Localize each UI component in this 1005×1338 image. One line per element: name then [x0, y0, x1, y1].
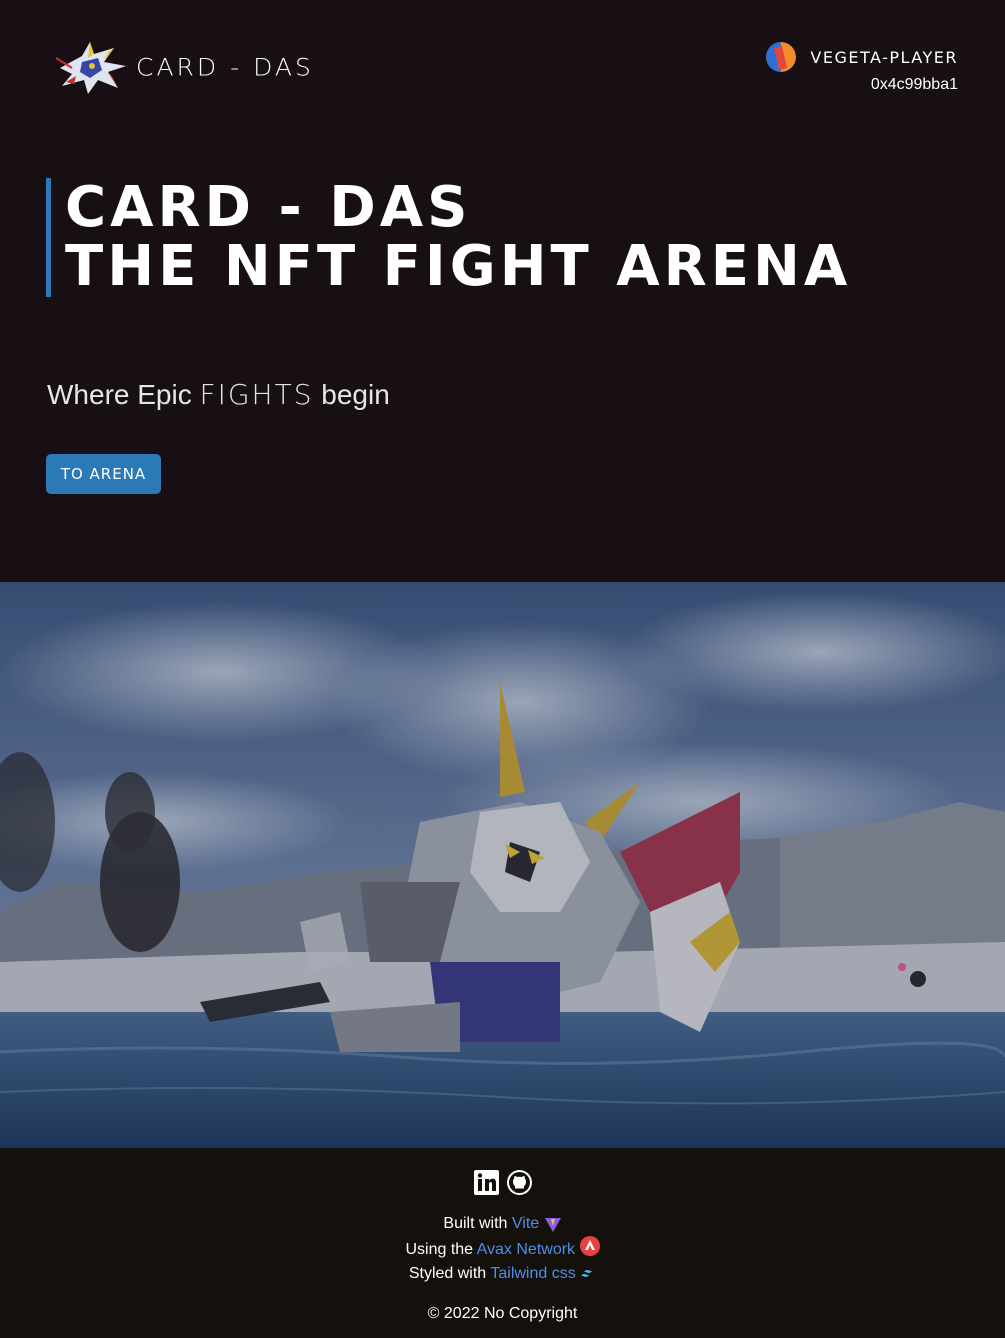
brand-name: CARD - DAS	[136, 53, 314, 81]
hero-title-line-2: THE NFT FIGHT ARENA	[65, 234, 852, 299]
built-with-line: Built with Vite	[0, 1215, 1005, 1233]
to-arena-button[interactable]: TO ARENA	[46, 454, 161, 494]
tagline-accent: FIGHTS	[199, 378, 314, 411]
player-name: VEGETA-PLAYER	[810, 47, 958, 67]
top-bar: CARD - DAS VEGETA-PLAYER 0x4c99bba1	[0, 0, 1005, 140]
hero-title: CARD - DAS THE NFT FIGHT ARENA	[46, 178, 851, 297]
tailwind-icon	[581, 1269, 593, 1277]
wallet-address: 0x4c99bba1	[870, 76, 958, 93]
linkedin-icon[interactable]	[473, 1170, 499, 1195]
tagline-prefix: Where Epic	[47, 379, 192, 410]
hero-battle-image	[0, 582, 1005, 1148]
using-line: Using the Avax Network	[0, 1235, 1005, 1259]
tailwind-link[interactable]: Tailwind css	[490, 1265, 575, 1282]
footer: Built with Vite Using the Avax Network S…	[0, 1148, 1005, 1338]
player-info: VEGETA-PLAYER 0x4c99bba1	[766, 42, 958, 94]
styled-prefix: Styled with	[408, 1265, 487, 1282]
built-with-prefix: Built with	[443, 1215, 508, 1233]
avax-icon	[579, 1235, 600, 1256]
tagline-suffix: begin	[321, 379, 390, 410]
hero-title-line-1: CARD - DAS	[65, 175, 472, 240]
copyright: © 2022 No Copyright	[427, 1305, 578, 1322]
vite-link[interactable]: Vite	[512, 1215, 539, 1232]
gundam-battle-scene	[0, 582, 1005, 1148]
github-icon[interactable]	[506, 1170, 532, 1195]
brand[interactable]: CARD - DAS	[52, 38, 314, 96]
using-prefix: Using the	[405, 1241, 474, 1258]
avax-link[interactable]: Avax Network	[477, 1241, 575, 1258]
styled-with-line: Styled with Tailwind css	[0, 1265, 1005, 1283]
player-avatar-icon	[766, 42, 797, 72]
social-links	[0, 1170, 1005, 1195]
vite-icon	[544, 1218, 561, 1232]
gundam-logo-icon	[55, 42, 126, 94]
tagline: Where Epic FIGHTS begin	[47, 378, 390, 411]
